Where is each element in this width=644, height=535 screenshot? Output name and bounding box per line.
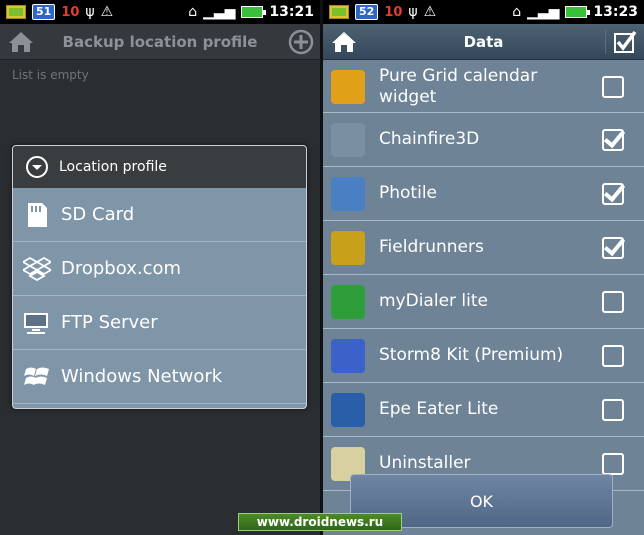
status-time: 13:23 [593,4,638,20]
status-time: 13:21 [269,4,314,20]
list-item[interactable]: Pure Grid calendar widget [323,61,644,113]
notification-mail-icon [329,5,349,19]
app-checkbox[interactable] [602,182,624,205]
sd-card-icon [23,201,51,229]
app-checkbox[interactable] [602,236,624,259]
list-item[interactable]: myDialer lite [323,275,644,329]
battery-icon [565,6,591,18]
option-windows-network[interactable]: Windows Network [13,350,306,404]
watermark: www.droidnews.ru [238,513,402,531]
list-item[interactable]: Epe Eater Lite [323,383,644,437]
option-label: SD Card [61,204,135,225]
list-item[interactable]: Photile [323,167,644,221]
option-label: Windows Network [61,366,223,387]
storm8-icon [331,338,365,373]
epe-eater-icon [331,392,365,427]
app-label: Photile [379,183,437,203]
app-label: Uninstaller [379,453,471,473]
page-title: Backup location profile [62,33,258,51]
dropbox-icon [23,255,51,283]
photile-icon [331,176,365,211]
windows-icon [23,363,51,391]
notification-badge: 52 [355,4,379,20]
wifi-icon: ⌂ [512,4,522,20]
app-checkbox[interactable] [602,75,624,98]
app-label: Storm8 Kit (Premium) [379,345,564,365]
notification-badge: 51 [32,4,56,20]
option-label: FTP Server [61,312,158,333]
mydialer-icon [331,284,365,319]
notification-count: 10 [61,4,80,20]
signal-icon: ▁▃▅ [527,4,560,20]
location-profile-dialog: Location profile SD Card Dropbox.com FTP… [12,145,307,409]
app-label: myDialer lite [379,291,488,311]
list-item[interactable]: Storm8 Kit (Premium) [323,329,644,383]
add-button[interactable] [286,28,316,56]
app-label: Chainfire3D [379,129,480,149]
usb-icon: ψ [85,4,95,20]
list-item[interactable]: Fieldrunners [323,221,644,275]
option-label: Dropbox.com [61,258,182,279]
status-bar: 51 10 ψ ⚠ ⌂ ▁▃▅ 13:21 [0,0,320,24]
chevron-down-circle-icon [26,156,48,178]
home-button[interactable] [329,28,359,56]
app-label: Pure Grid calendar widget [379,65,538,107]
app-checkbox[interactable] [602,344,624,367]
app-label: Fieldrunners [379,237,484,257]
home-icon [9,32,33,52]
warning-icon: ⚠ [100,4,114,20]
dialog-header: Location profile [13,146,306,188]
wifi-icon: ⌂ [188,4,198,20]
usb-icon: ψ [408,4,418,20]
list-item[interactable]: Chainfire3D [323,113,644,167]
app-checkbox[interactable] [602,398,624,421]
pure-grid-icon [331,69,365,104]
ftp-server-icon [23,309,51,337]
home-icon [332,32,356,52]
data-selection-screen: 52 10 ψ ⚠ ⌂ ▁▃▅ 13:23 Data Pure Grid cal… [323,0,644,535]
option-dropbox[interactable]: Dropbox.com [13,242,306,296]
page-title: Data [463,33,504,51]
title-bar: Backup location profile [0,24,320,60]
signal-icon: ▁▃▅ [203,4,236,20]
empty-list-text: List is empty [12,68,89,82]
home-button[interactable] [6,28,36,56]
title-separator [605,30,606,54]
app-checkbox[interactable] [602,452,624,475]
app-list: Pure Grid calendar widget Chainfire3D Phot… [323,61,644,535]
fieldrunners-icon [331,230,365,265]
battery-icon [241,6,267,18]
warning-icon: ⚠ [423,4,437,20]
app-checkbox[interactable] [602,290,624,313]
dialog-title: Location profile [59,159,167,175]
title-bar: Data [323,24,644,60]
notification-count: 10 [384,4,403,20]
option-ftp-server[interactable]: FTP Server [13,296,306,350]
app-checkbox[interactable] [602,128,624,151]
chainfire3d-icon [331,122,365,157]
option-sd-card[interactable]: SD Card [13,188,306,242]
select-all-checkbox-icon [614,30,637,53]
add-circle-icon [288,29,314,55]
status-bar: 52 10 ψ ⚠ ⌂ ▁▃▅ 13:23 [323,0,644,24]
backup-location-screen: 51 10 ψ ⚠ ⌂ ▁▃▅ 13:21 Backup location pr… [0,0,320,535]
notification-mail-icon [6,5,26,19]
select-all-button[interactable] [610,28,640,56]
app-label: Epe Eater Lite [379,399,499,419]
